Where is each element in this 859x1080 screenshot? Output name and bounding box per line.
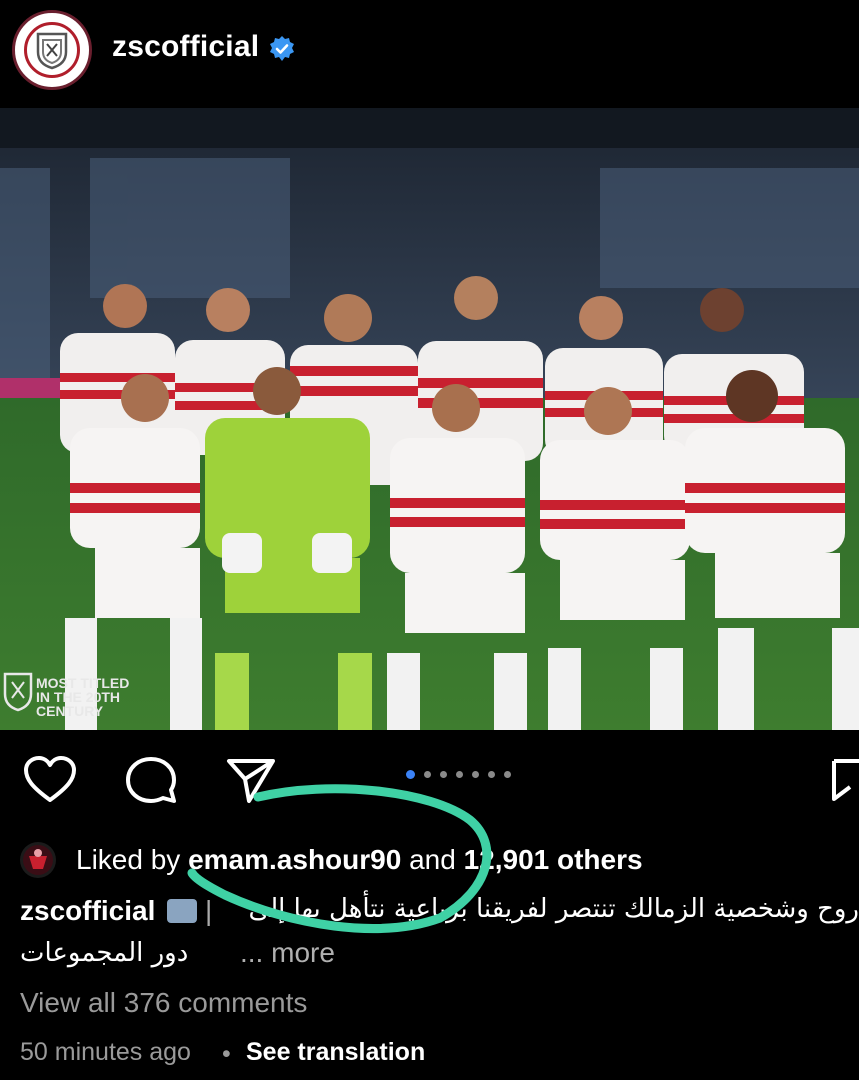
camera-emoji-icon [167,899,198,923]
pagination-dot [488,771,495,778]
verified-badge-icon [270,36,294,61]
watermark-line-3: CENTURY [36,703,104,719]
save-bookmark-icon[interactable] [830,757,859,805]
pagination-dot [406,770,415,779]
liked-by-and: and [409,844,456,875]
watermark-line-1: MOST TITLED [36,675,130,691]
watermark-line-2: IN THE 20TH [36,689,121,705]
caption-username-row: zscofficial | [20,895,212,927]
liked-by-prefix: Liked by [76,844,181,875]
likes-count[interactable]: 12,901 others [464,844,643,876]
caption-text-line-2: دور المجموعات [20,938,189,968]
carousel-pagination [406,770,511,779]
meta-separator: • [222,1040,231,1068]
post-photo-team[interactable] [0,108,859,730]
pagination-dot [472,771,479,778]
photo-watermark-text: MOST TITLED IN THE 20TH CENTURY [36,676,129,718]
post-header: zscofficial [0,0,859,100]
caption-divider: | [204,895,213,926]
liker-avatar [20,842,56,878]
liked-by-user[interactable]: emam.ashour90 [188,844,401,876]
post-username[interactable]: zscofficial [112,30,259,64]
comment-bubble-icon[interactable] [124,755,180,807]
like-heart-icon[interactable] [22,755,78,805]
pagination-dot [440,771,447,778]
share-send-icon[interactable] [225,755,277,805]
post-timestamp: 50 minutes ago [20,1038,191,1066]
liked-by-line[interactable]: Liked by emam.ashour90 and 12,901 others [20,838,643,882]
view-all-comments-link[interactable]: View all 376 comments [20,987,307,1019]
pagination-dot [424,771,431,778]
see-translation-link[interactable]: See translation [246,1038,425,1067]
pagination-dot [456,771,463,778]
caption-username[interactable]: zscofficial [20,895,155,926]
pagination-dot [504,771,511,778]
club-crest-icon [24,22,80,78]
profile-avatar[interactable] [12,10,92,90]
caption-more-link[interactable]: ... more [240,937,335,969]
caption-text-line-1: روح وشخصية الزمالك تنتصر لفريقنا برباعية… [248,894,859,924]
